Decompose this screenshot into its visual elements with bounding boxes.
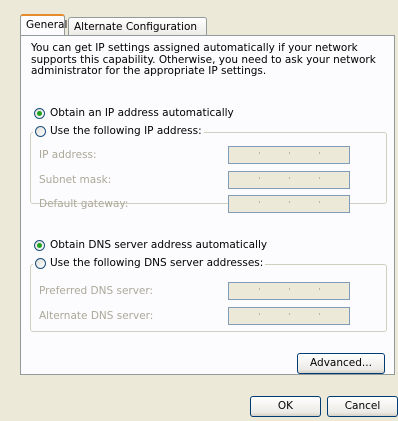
use-following-dns-option[interactable]: Use the following DNS server addresses:: [33, 257, 266, 269]
radio-obtain-ip-auto[interactable]: [34, 107, 45, 119]
subnet-mask-input[interactable]: [228, 171, 350, 189]
preferred-dns-input[interactable]: [228, 282, 350, 300]
obtain-ip-auto-option[interactable]: Obtain an IP address automatically: [34, 107, 234, 119]
cancel-button[interactable]: Cancel: [327, 396, 398, 417]
obtain-dns-auto-label: Obtain DNS server address automatically: [50, 239, 268, 251]
use-following-ip-option[interactable]: Use the following IP address:: [33, 125, 204, 137]
ip-address-input[interactable]: [228, 146, 350, 164]
ip-address-label: IP address:: [39, 149, 97, 161]
ok-button[interactable]: OK: [250, 396, 321, 417]
default-gateway-label: Default gateway:: [39, 198, 129, 210]
alternate-dns-label: Alternate DNS server:: [39, 310, 154, 322]
radio-use-following-ip[interactable]: [35, 125, 46, 137]
dns-server-group: Use the following DNS server addresses: …: [30, 257, 387, 332]
ip-properties-dialog: { "tabs": [ {"label": "General", "active…: [0, 0, 398, 421]
obtain-dns-auto-option[interactable]: Obtain DNS server address automatically: [34, 239, 267, 251]
radio-obtain-dns-auto[interactable]: [34, 239, 45, 251]
alternate-dns-input[interactable]: [228, 307, 350, 325]
general-tab-panel: You can get IP settings assigned automat…: [20, 35, 395, 375]
ip-address-group: Use the following IP address: IP address…: [30, 125, 387, 213]
description-text: You can get IP settings assigned automat…: [31, 42, 376, 77]
tab-general[interactable]: General: [20, 14, 67, 35]
subnet-mask-label: Subnet mask:: [39, 174, 112, 186]
tab-alternate-configuration[interactable]: Alternate Configuration: [68, 17, 207, 35]
advanced-button[interactable]: Advanced...: [297, 353, 385, 374]
obtain-ip-auto-label: Obtain an IP address automatically: [50, 107, 234, 119]
use-following-ip-label: Use the following IP address:: [50, 125, 202, 137]
radio-use-following-dns[interactable]: [35, 257, 46, 269]
use-following-dns-label: Use the following DNS server addresses:: [50, 257, 264, 269]
preferred-dns-label: Preferred DNS server:: [39, 285, 154, 297]
default-gateway-input[interactable]: [228, 195, 350, 213]
